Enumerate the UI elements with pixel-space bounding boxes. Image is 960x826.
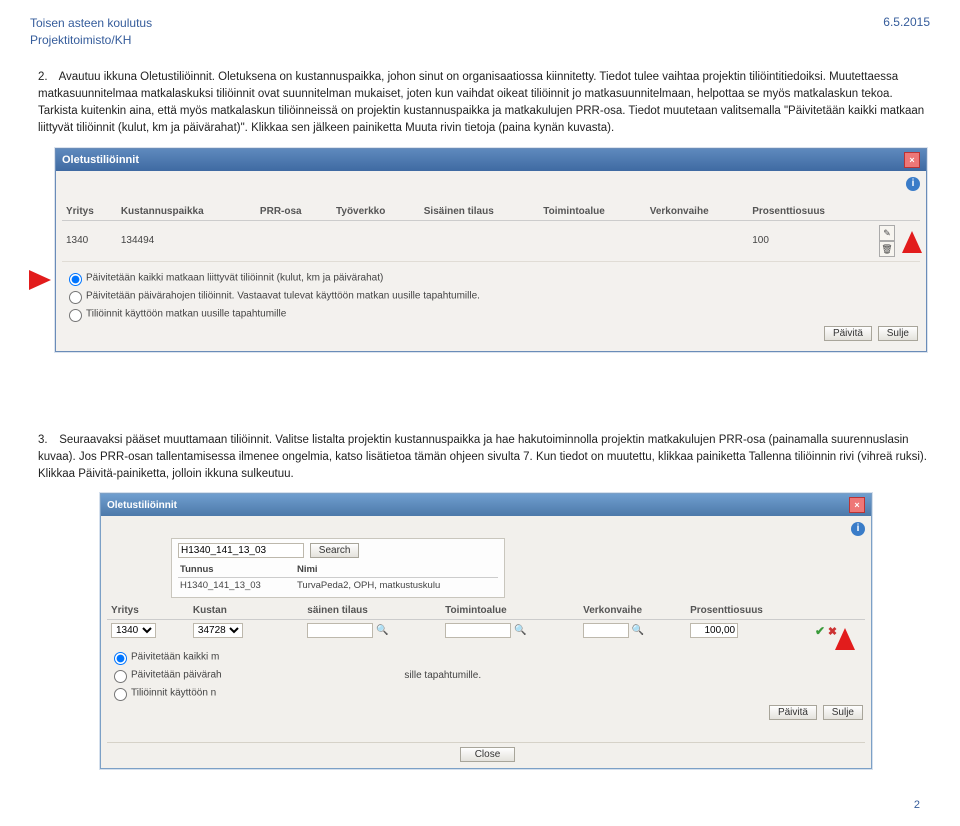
close-icon[interactable]: × (904, 152, 920, 168)
cell-prr (256, 220, 332, 261)
cell-yritys: 1340 (62, 220, 117, 261)
yritys-select[interactable]: 1340 (111, 623, 156, 638)
search-input[interactable] (178, 543, 304, 558)
vv-input[interactable] (583, 623, 629, 638)
cell-vk (646, 220, 749, 261)
radio-all[interactable] (69, 273, 82, 286)
step-number: 3. (38, 432, 56, 449)
dialog-title: Oletustiliöinnit (62, 154, 139, 166)
col-ta: Toimintoalue (539, 203, 645, 221)
search-button[interactable]: Search (310, 543, 360, 558)
update-button[interactable]: Päivitä (769, 705, 817, 720)
annotation-arrow-icon (29, 270, 51, 290)
search-popup: Search Tunnus Nimi H1340_141_13_03 Turva… (171, 538, 505, 598)
lookup-icon[interactable]: 🔍 (376, 625, 388, 636)
cell-kust: 134494 (117, 220, 256, 261)
edit-table: Yritys Kustan säinen tilaus Toimintoalue… (107, 602, 865, 641)
org-line1: Toisen asteen koulutus (30, 16, 152, 30)
cell-pros: 100 (748, 220, 872, 261)
col-vv: Verkonvaihe (646, 203, 749, 221)
opt-new: Tiliöinnit käyttöön matkan uusille tapah… (64, 306, 920, 322)
annotation-arrow-icon (902, 231, 922, 253)
col-pros: Prosenttiosuus (686, 602, 811, 620)
default-postings-dialog-edit: Oletustiliöinnit × i Search Tunnus Nimi … (100, 493, 872, 769)
postings-table: Yritys Kustannuspaikka PRR-osa Työverkko… (62, 203, 920, 262)
close-button[interactable]: Sulje (823, 705, 863, 720)
info-icon[interactable]: i (906, 177, 920, 191)
col-st: säinen tilaus (303, 602, 441, 620)
col-yritys: Yritys (62, 203, 117, 221)
step-text: Seuraavaksi pääset muuttamaan tiliöinnit… (38, 434, 927, 481)
close-icon[interactable]: × (849, 497, 865, 513)
cell-ta (539, 220, 645, 261)
save-row-icon[interactable]: ✔ (815, 624, 825, 638)
table-row: 1340 34728 🔍 🔍 🔍 ✔ ✖ (107, 620, 865, 642)
update-options: Päivitetään kaikki matkaan liittyvät til… (64, 270, 920, 322)
radio-new[interactable] (114, 688, 127, 701)
col-st: Sisäinen tilaus (420, 203, 540, 221)
kust-select[interactable]: 34728 (193, 623, 243, 638)
col-prr: PRR-osa (256, 203, 332, 221)
radio-all[interactable] (114, 652, 127, 665)
col-kust: Kustan (189, 602, 279, 620)
lookup-icon[interactable]: 🔍 (632, 625, 644, 636)
search-result-row[interactable]: H1340_141_13_03 TurvaPeda2, OPH, matkust… (178, 578, 498, 594)
ta-input[interactable] (445, 623, 511, 638)
radio-new[interactable] (69, 309, 82, 322)
update-button[interactable]: Päivitä (824, 326, 872, 341)
col-pros: Prosenttiosuus (748, 203, 872, 221)
update-options: Päivitetään kaikki m Päivitetään päivära… (109, 649, 865, 701)
lookup-icon[interactable]: 🔍 (514, 625, 526, 636)
delete-row-icon[interactable]: 🗑 (879, 241, 895, 257)
cell-nimi: TurvaPeda2, OPH, matkustuskulu (295, 578, 498, 594)
opt-all: Päivitetään kaikki matkaan liittyvät til… (64, 270, 920, 286)
radio-perdiem[interactable] (114, 670, 127, 683)
step-text: Avautuu ikkuna Oletustiliöinnit. Oletuks… (38, 71, 924, 135)
col-tv: Työverkko (332, 203, 420, 221)
default-postings-dialog: Oletustiliöinnit × i Yritys Kustannuspai… (55, 148, 927, 352)
dialog-title: Oletustiliöinnit (107, 500, 177, 511)
doc-header: Toisen asteen koulutus Projektitoimisto/… (30, 15, 930, 49)
step-number: 2. (38, 69, 56, 86)
col-yritys: Yritys (107, 602, 189, 620)
annotation-arrow-icon (835, 628, 855, 650)
edit-row-icon[interactable]: ✎ (879, 225, 895, 241)
close-button[interactable]: Sulje (878, 326, 918, 341)
doc-date: 6.5.2015 (883, 15, 930, 49)
cell-st (420, 220, 540, 261)
paragraph-3: 3. Seuraavaksi pääset muuttamaan tiliöin… (38, 432, 930, 484)
scol-tunnus: Tunnus (178, 562, 295, 578)
page-number: 2 (30, 799, 920, 811)
radio-perdiem[interactable] (69, 291, 82, 304)
col-vv: Verkonvaihe (579, 602, 686, 620)
col-kust: Kustannuspaikka (117, 203, 256, 221)
cell-tv (332, 220, 420, 261)
col-ta: Toimintoalue (441, 602, 579, 620)
close-button[interactable]: Close (460, 747, 516, 762)
table-row: 1340 134494 100 ✎ 🗑 (62, 220, 920, 261)
cell-tunnus: H1340_141_13_03 (178, 578, 295, 594)
scol-nimi: Nimi (295, 562, 498, 578)
opt-perdiem: Päivitetään päivärahojen tiliöinnit. Vas… (64, 288, 920, 304)
st-input[interactable] (307, 623, 373, 638)
paragraph-2: 2. Avautuu ikkuna Oletustiliöinnit. Olet… (38, 69, 930, 138)
pros-input[interactable] (690, 623, 738, 638)
info-icon[interactable]: i (851, 522, 865, 536)
org-line2: Projektitoimisto/KH (30, 33, 131, 47)
